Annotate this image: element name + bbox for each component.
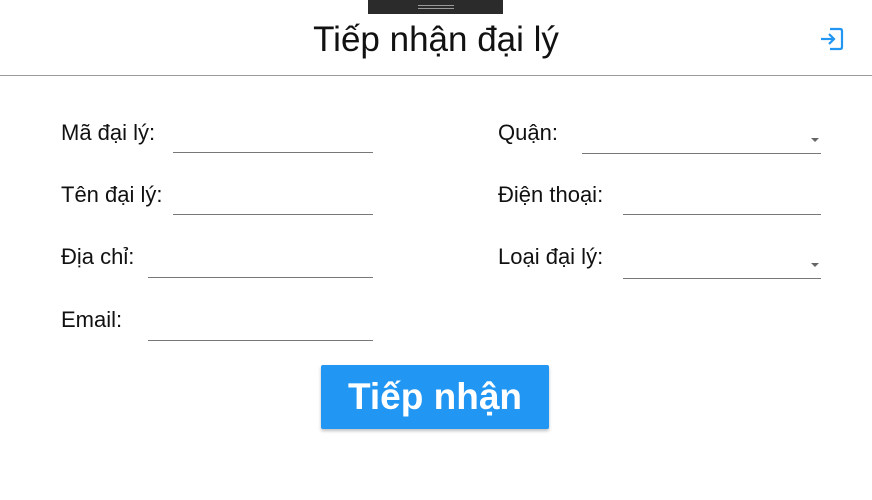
chevron-down-icon	[811, 263, 819, 267]
ma-dai-ly-label: Mã đại lý:	[61, 120, 156, 145]
email-input[interactable]	[148, 312, 373, 341]
loai-dai-ly-select[interactable]	[623, 249, 821, 279]
ten-dai-ly-input[interactable]	[173, 186, 373, 215]
quan-label: Quận:	[498, 120, 558, 145]
dia-chi-input[interactable]	[148, 249, 373, 278]
email-label: Email:	[61, 307, 123, 332]
chevron-down-icon	[811, 138, 819, 142]
dien-thoai-input[interactable]	[623, 186, 821, 215]
page-title: Tiếp nhận đại lý	[313, 20, 559, 59]
submit-button[interactable]: Tiếp nhận	[321, 365, 549, 429]
exit-icon	[821, 27, 844, 51]
quan-select[interactable]	[582, 124, 821, 154]
reception-window: Tiếp nhận đại lý Mã đại lý: Tên đại lý: …	[0, 0, 872, 500]
dia-chi-label: Địa chỉ:	[61, 244, 135, 269]
header: Tiếp nhận đại lý	[0, 0, 872, 76]
exit-button[interactable]	[818, 25, 846, 53]
ten-dai-ly-label: Tên đại lý:	[61, 182, 163, 207]
loai-dai-ly-label: Loại đại lý:	[498, 244, 604, 269]
dien-thoai-label: Điện thoại:	[498, 182, 604, 207]
ma-dai-ly-input[interactable]	[173, 124, 373, 153]
